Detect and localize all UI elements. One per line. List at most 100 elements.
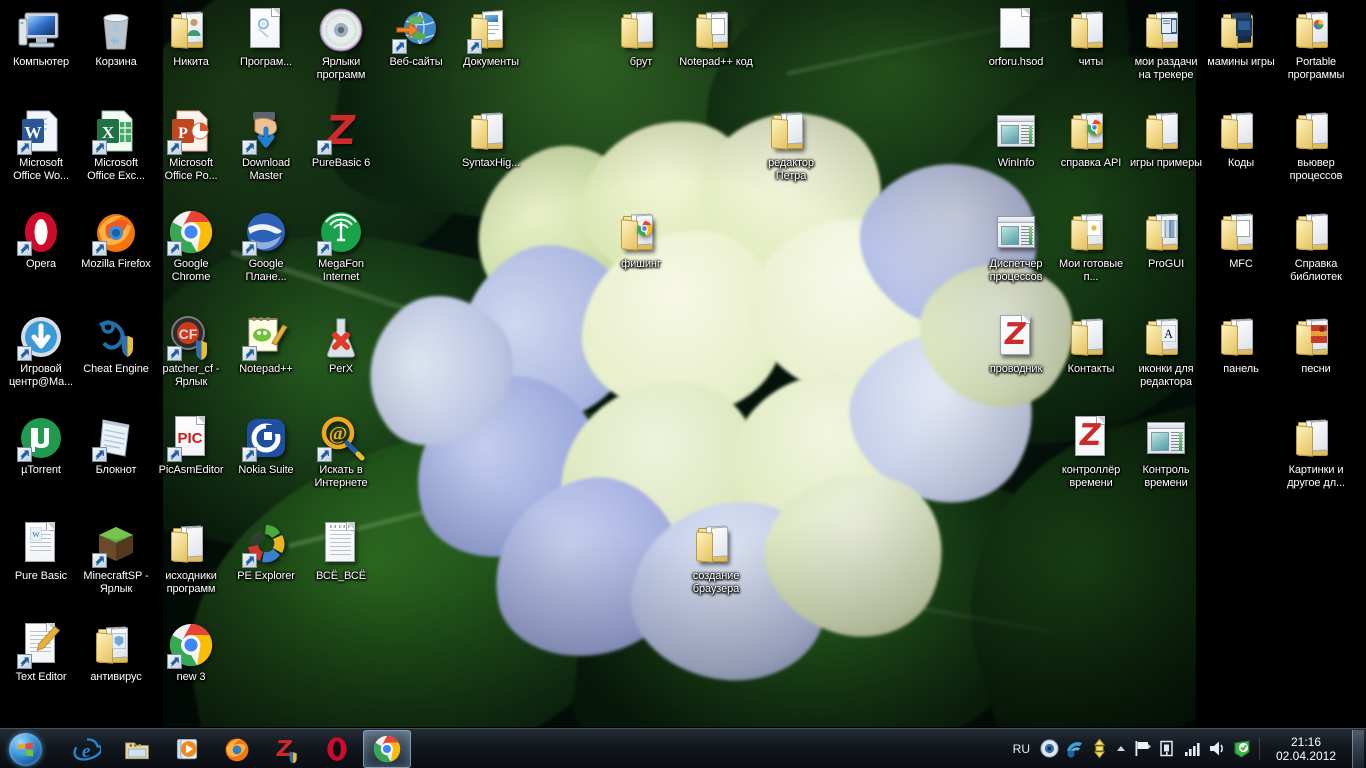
desktop-icon-folder[interactable]: SyntaxHig...	[454, 107, 528, 170]
usb-safely-remove-icon[interactable]	[1157, 738, 1178, 759]
desktop-icon-excel[interactable]: X⬈↗Microsoft Office Exc...	[79, 107, 153, 182]
taskbar-item-firefox[interactable]	[213, 730, 261, 768]
folder-icon	[167, 520, 215, 568]
desktop-icon-folder-av[interactable]: антивирус	[79, 621, 153, 684]
desktop-icon-purebasic[interactable]: Z⬈↗PureBasic 6	[304, 107, 378, 170]
desktop-icon-recycle-bin[interactable]: Корзина	[79, 6, 153, 69]
taskbar-item-explorer[interactable]	[113, 730, 161, 768]
desktop-icon-chrome[interactable]: ⬈↗new 3	[154, 621, 228, 684]
desktop-icon-label: вьювер процессов	[1279, 157, 1353, 182]
desktop-icon-opera[interactable]: ⬈↗Opera	[4, 208, 78, 271]
taskbar-item-opera[interactable]	[313, 730, 361, 768]
desktop-icon-firefox[interactable]: ⬈↗Mozilla Firefox	[79, 208, 153, 271]
desktop-icon-powerpoint[interactable]: P⬈↗Microsoft Office Po...	[154, 107, 228, 182]
desktop-icon-folder-color[interactable]: Portable программы	[1279, 6, 1353, 81]
desktop-icon-texteditor[interactable]: ⬈↗Text Editor	[4, 621, 78, 684]
desktop-icon-perx[interactable]: PerX	[304, 313, 378, 376]
shortcut-arrow-icon: ⬈	[394, 41, 406, 53]
start-button[interactable]	[2, 730, 56, 768]
desktop-icon-folder-music[interactable]: песни	[1279, 313, 1353, 376]
flag-action-center-icon[interactable]	[1132, 738, 1153, 759]
desktop-icon-folder-chrome[interactable]: фишинг	[604, 208, 678, 271]
desktop-icon-pb-doc[interactable]: WPure Basic	[4, 520, 78, 583]
desktop-icon-megafon[interactable]: ⬈↗MegaFon Internet	[304, 208, 378, 283]
desktop-icon-winapp[interactable]: Контроль времени	[1129, 414, 1203, 489]
desktop-icon-notes-doc[interactable]: ВСЁ_ВСЁ	[304, 520, 378, 583]
desktop-icon-folder[interactable]: создание браузера	[679, 520, 753, 595]
desktop-icon-winapp[interactable]: Диспетчер процессов	[979, 208, 1053, 283]
wifi-signal-icon[interactable]	[1064, 738, 1085, 759]
desktop-icon-winapp[interactable]: WinInfo	[979, 107, 1053, 170]
desktop-icon-nokia[interactable]: ⬈↗Nokia Suite	[229, 414, 303, 477]
desktop-icon-folder[interactable]: панель	[1204, 313, 1278, 376]
desktop-icon-notepadpp[interactable]: ⬈↗Notepad++	[229, 313, 303, 376]
desktop-icon-label: Игровой центр@Ma...	[4, 363, 78, 388]
desktop-icon-computer[interactable]: Компьютер	[4, 6, 78, 69]
show-hidden-icons-icon[interactable]	[1114, 738, 1128, 759]
desktop-icon-documents-folder[interactable]: ⬈↗Документы	[454, 6, 528, 69]
desktop-icon-chrome[interactable]: ⬈↗Google Chrome	[154, 208, 228, 283]
clock[interactable]: 21:16 02.04.2012	[1264, 735, 1348, 763]
notepadpp-icon: ⬈↗	[242, 313, 290, 361]
desktop-icon-folder[interactable]: Контакты	[1054, 313, 1128, 376]
taskbar-item-ie[interactable]: e	[63, 730, 111, 768]
desktop-icon-cheatengine[interactable]: Cheat Engine	[79, 313, 153, 376]
desktop-icon-folder[interactable]: Картинки и другое дл...	[1279, 414, 1353, 489]
desktop-icon-folder[interactable]: Справка библиотек	[1279, 208, 1353, 283]
updown-arrows-icon[interactable]	[1089, 738, 1110, 759]
desktop-icon-folder-dark[interactable]: мамины игры	[1204, 6, 1278, 69]
desktop-icon-purebasic-file[interactable]: Zконтроллёр времени	[1054, 414, 1128, 489]
desktop-icon-blank-file[interactable]: orforu.hsod	[979, 6, 1053, 69]
desktop-icon-user-folder[interactable]: Никита	[154, 6, 228, 69]
folder-doc-icon	[1067, 208, 1115, 256]
antivirus-shield-icon[interactable]	[1232, 738, 1253, 759]
desktop-icon-google-earth[interactable]: ⬈↗Google Плане...	[229, 208, 303, 283]
desktop-icon-folder-font[interactable]: Aиконки для редактора	[1129, 313, 1203, 388]
desktop-icon-minecraft[interactable]: ⬈↗MinecraftSP - Ярлык	[79, 520, 153, 595]
shortcut-arrow-icon: ⬈	[169, 348, 181, 360]
taskbar-item-purebasic[interactable]: Z	[263, 730, 311, 768]
desktop-icon-globe-shortcut[interactable]: ⬈↗Веб-сайты	[379, 6, 453, 69]
desktop-icon-word[interactable]: W⬈↗Microsoft Office Wo...	[4, 107, 78, 182]
network-bars-icon[interactable]	[1182, 738, 1203, 759]
nero-burning-icon[interactable]	[1039, 738, 1060, 759]
folder-icon	[1217, 313, 1265, 361]
taskbar-item-wmp[interactable]	[163, 730, 211, 768]
desktop-icon-label: Notepad++ код	[679, 56, 753, 69]
taskbar-item-chrome[interactable]	[363, 730, 411, 768]
desktop-icon-folder-doc[interactable]: Мои готовые п...	[1054, 208, 1128, 283]
show-desktop-button[interactable]	[1352, 730, 1364, 768]
svg-text:A: A	[1164, 327, 1173, 341]
clock-time: 21:16	[1268, 735, 1344, 749]
desktop-icon-folder[interactable]: игры примеры	[1129, 107, 1203, 170]
desktop-icon-notepad[interactable]: ⬈↗Блокнот	[79, 414, 153, 477]
desktop-icon-folder-window[interactable]: мои раздачи на трекере	[1129, 6, 1203, 81]
desktop-icon-settings-file[interactable]: Програм...	[229, 6, 303, 69]
desktop-icon-folder[interactable]: брут	[604, 6, 678, 69]
desktop-icon-pexplorer[interactable]: ⬈↗PE Explorer	[229, 520, 303, 583]
desktop-icon-utorrent[interactable]: ⬈↗µTorrent	[4, 414, 78, 477]
desktop-icon-picasm[interactable]: PIC⬈↗PicAsmEditor	[154, 414, 228, 477]
desktop-icon-disc[interactable]: Ярлыки программ	[304, 6, 378, 81]
desktop-icon-folder-file[interactable]: Notepad++ код	[679, 6, 753, 69]
desktop-icon-folder[interactable]: вьювер процессов	[1279, 107, 1353, 182]
desktop-icon-folder[interactable]: редактор Петра	[754, 107, 828, 182]
windows-flag-icon	[17, 741, 34, 758]
desktop-icon-folder[interactable]: Коды	[1204, 107, 1278, 170]
volume-speaker-icon[interactable]	[1207, 738, 1228, 759]
desktop-icon-folder[interactable]: читы	[1054, 6, 1128, 69]
desktop-icon-folder[interactable]: исходники программ	[154, 520, 228, 595]
desktop-icon-folder-chrome[interactable]: справка API	[1054, 107, 1128, 170]
language-indicator[interactable]: RU	[1006, 742, 1037, 756]
desktop-icon-folder-file[interactable]: MFC	[1204, 208, 1278, 271]
desktop-icon-download-master[interactable]: ⬈↗Download Master	[229, 107, 303, 182]
desktop-icon-gamecenter[interactable]: ⬈↗Игровой центр@Ma...	[4, 313, 78, 388]
desktop-icon-label: PE Explorer	[229, 570, 303, 583]
desktop-icon-label: Ярлыки программ	[304, 56, 378, 81]
desktop-icon-search-web[interactable]: @⬈↗Искать в Интернете	[304, 414, 378, 489]
shortcut-arrow-icon: ⬈	[244, 243, 256, 255]
desktop-icon-folder-files[interactable]: ProGUI	[1129, 208, 1203, 271]
tray-divider	[1259, 738, 1260, 760]
desktop-icon-patcher[interactable]: CF⬈↗patcher_cf - Ярлык	[154, 313, 228, 388]
desktop-icon-purebasic-file[interactable]: Zпроводник	[979, 313, 1053, 376]
